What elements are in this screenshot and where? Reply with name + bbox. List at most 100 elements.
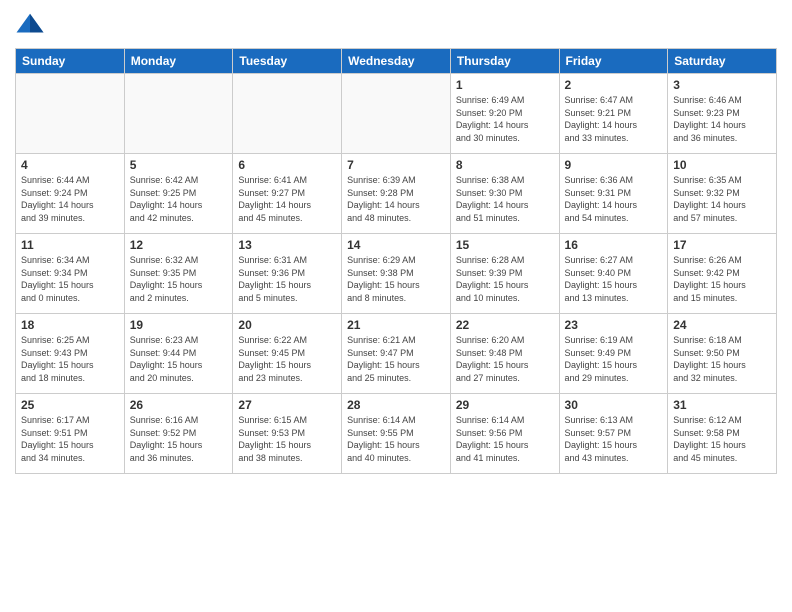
calendar-cell: 16 Sunrise: 6:27 AM Sunset: 9:40 PM Dayli… xyxy=(559,234,668,314)
day-info: Sunrise: 6:49 AM Sunset: 9:20 PM Dayligh… xyxy=(456,94,554,144)
day-info: Sunrise: 6:17 AM Sunset: 9:51 PM Dayligh… xyxy=(21,414,119,464)
weekday-header: Sunday xyxy=(16,49,125,74)
day-info: Sunrise: 6:29 AM Sunset: 9:38 PM Dayligh… xyxy=(347,254,445,304)
page: SundayMondayTuesdayWednesdayThursdayFrid… xyxy=(0,0,792,612)
day-number: 18 xyxy=(21,318,119,332)
day-number: 19 xyxy=(130,318,228,332)
calendar-cell: 18 Sunrise: 6:25 AM Sunset: 9:43 PM Dayli… xyxy=(16,314,125,394)
day-number: 26 xyxy=(130,398,228,412)
day-info: Sunrise: 6:39 AM Sunset: 9:28 PM Dayligh… xyxy=(347,174,445,224)
calendar-cell: 2Sunrise: 6:47 AM Sunset: 9:21 PM Daylig… xyxy=(559,74,668,154)
day-number: 11 xyxy=(21,238,119,252)
day-info: Sunrise: 6:27 AM Sunset: 9:40 PM Dayligh… xyxy=(565,254,663,304)
day-number: 24 xyxy=(673,318,771,332)
day-info: Sunrise: 6:46 AM Sunset: 9:23 PM Dayligh… xyxy=(673,94,771,144)
calendar-cell: 4Sunrise: 6:44 AM Sunset: 9:24 PM Daylig… xyxy=(16,154,125,234)
logo xyxy=(15,10,49,40)
day-number: 20 xyxy=(238,318,336,332)
day-info: Sunrise: 6:41 AM Sunset: 9:27 PM Dayligh… xyxy=(238,174,336,224)
calendar-cell: 6 Sunrise: 6:41 AM Sunset: 9:27 PM Daylig… xyxy=(233,154,342,234)
day-number: 28 xyxy=(347,398,445,412)
calendar-cell: 29 Sunrise: 6:14 AM Sunset: 9:56 PM Dayli… xyxy=(450,394,559,474)
weekday-header-row: SundayMondayTuesdayWednesdayThursdayFrid… xyxy=(16,49,777,74)
day-info: Sunrise: 6:14 AM Sunset: 9:56 PM Dayligh… xyxy=(456,414,554,464)
calendar-cell xyxy=(233,74,342,154)
day-number: 6 xyxy=(238,158,336,172)
calendar-week-row: 25 Sunrise: 6:17 AM Sunset: 9:51 PM Dayli… xyxy=(16,394,777,474)
calendar-cell: 3 Sunrise: 6:46 AM Sunset: 9:23 PM Daylig… xyxy=(668,74,777,154)
day-number: 29 xyxy=(456,398,554,412)
calendar-week-row: 1 Sunrise: 6:49 AM Sunset: 9:20 PM Daylig… xyxy=(16,74,777,154)
day-number: 23 xyxy=(565,318,663,332)
weekday-header: Saturday xyxy=(668,49,777,74)
calendar-cell: 15 Sunrise: 6:28 AM Sunset: 9:39 PM Dayli… xyxy=(450,234,559,314)
day-info: Sunrise: 6:20 AM Sunset: 9:48 PM Dayligh… xyxy=(456,334,554,384)
calendar-cell: 30Sunrise: 6:13 AM Sunset: 9:57 PM Dayli… xyxy=(559,394,668,474)
day-info: Sunrise: 6:12 AM Sunset: 9:58 PM Dayligh… xyxy=(673,414,771,464)
calendar-cell: 21Sunrise: 6:21 AM Sunset: 9:47 PM Dayli… xyxy=(342,314,451,394)
calendar-cell xyxy=(124,74,233,154)
weekday-header: Friday xyxy=(559,49,668,74)
calendar-cell: 24 Sunrise: 6:18 AM Sunset: 9:50 PM Dayli… xyxy=(668,314,777,394)
day-number: 13 xyxy=(238,238,336,252)
day-number: 7 xyxy=(347,158,445,172)
day-info: Sunrise: 6:15 AM Sunset: 9:53 PM Dayligh… xyxy=(238,414,336,464)
weekday-header: Monday xyxy=(124,49,233,74)
day-number: 14 xyxy=(347,238,445,252)
day-number: 15 xyxy=(456,238,554,252)
day-info: Sunrise: 6:18 AM Sunset: 9:50 PM Dayligh… xyxy=(673,334,771,384)
calendar-cell: 8 Sunrise: 6:38 AM Sunset: 9:30 PM Daylig… xyxy=(450,154,559,234)
weekday-header: Tuesday xyxy=(233,49,342,74)
calendar-cell: 26Sunrise: 6:16 AM Sunset: 9:52 PM Dayli… xyxy=(124,394,233,474)
day-info: Sunrise: 6:14 AM Sunset: 9:55 PM Dayligh… xyxy=(347,414,445,464)
day-info: Sunrise: 6:19 AM Sunset: 9:49 PM Dayligh… xyxy=(565,334,663,384)
calendar-cell: 17 Sunrise: 6:26 AM Sunset: 9:42 PM Dayli… xyxy=(668,234,777,314)
calendar-cell: 12 Sunrise: 6:32 AM Sunset: 9:35 PM Dayli… xyxy=(124,234,233,314)
calendar-cell: 19 Sunrise: 6:23 AM Sunset: 9:44 PM Dayli… xyxy=(124,314,233,394)
day-info: Sunrise: 6:31 AM Sunset: 9:36 PM Dayligh… xyxy=(238,254,336,304)
day-info: Sunrise: 6:25 AM Sunset: 9:43 PM Dayligh… xyxy=(21,334,119,384)
day-number: 30 xyxy=(565,398,663,412)
day-number: 8 xyxy=(456,158,554,172)
calendar-cell xyxy=(16,74,125,154)
calendar-cell: 22Sunrise: 6:20 AM Sunset: 9:48 PM Dayli… xyxy=(450,314,559,394)
calendar-cell: 28 Sunrise: 6:14 AM Sunset: 9:55 PM Dayli… xyxy=(342,394,451,474)
calendar-cell: 13 Sunrise: 6:31 AM Sunset: 9:36 PM Dayli… xyxy=(233,234,342,314)
day-number: 12 xyxy=(130,238,228,252)
calendar-cell: 25 Sunrise: 6:17 AM Sunset: 9:51 PM Dayli… xyxy=(16,394,125,474)
day-number: 1 xyxy=(456,78,554,92)
day-info: Sunrise: 6:26 AM Sunset: 9:42 PM Dayligh… xyxy=(673,254,771,304)
calendar-cell: 11 Sunrise: 6:34 AM Sunset: 9:34 PM Dayli… xyxy=(16,234,125,314)
logo-icon xyxy=(15,10,45,40)
day-number: 10 xyxy=(673,158,771,172)
day-info: Sunrise: 6:47 AM Sunset: 9:21 PM Dayligh… xyxy=(565,94,663,144)
calendar-cell: 5Sunrise: 6:42 AM Sunset: 9:25 PM Daylig… xyxy=(124,154,233,234)
calendar-cell: 10 Sunrise: 6:35 AM Sunset: 9:32 PM Dayli… xyxy=(668,154,777,234)
day-number: 25 xyxy=(21,398,119,412)
day-info: Sunrise: 6:42 AM Sunset: 9:25 PM Dayligh… xyxy=(130,174,228,224)
calendar-cell: 31Sunrise: 6:12 AM Sunset: 9:58 PM Dayli… xyxy=(668,394,777,474)
calendar-cell: 23 Sunrise: 6:19 AM Sunset: 9:49 PM Dayli… xyxy=(559,314,668,394)
day-info: Sunrise: 6:23 AM Sunset: 9:44 PM Dayligh… xyxy=(130,334,228,384)
day-info: Sunrise: 6:35 AM Sunset: 9:32 PM Dayligh… xyxy=(673,174,771,224)
day-info: Sunrise: 6:32 AM Sunset: 9:35 PM Dayligh… xyxy=(130,254,228,304)
day-number: 16 xyxy=(565,238,663,252)
calendar-week-row: 18 Sunrise: 6:25 AM Sunset: 9:43 PM Dayli… xyxy=(16,314,777,394)
day-number: 9 xyxy=(565,158,663,172)
day-number: 3 xyxy=(673,78,771,92)
day-number: 21 xyxy=(347,318,445,332)
calendar-cell: 27Sunrise: 6:15 AM Sunset: 9:53 PM Dayli… xyxy=(233,394,342,474)
calendar-cell: 7 Sunrise: 6:39 AM Sunset: 9:28 PM Daylig… xyxy=(342,154,451,234)
weekday-header: Wednesday xyxy=(342,49,451,74)
day-info: Sunrise: 6:28 AM Sunset: 9:39 PM Dayligh… xyxy=(456,254,554,304)
day-info: Sunrise: 6:44 AM Sunset: 9:24 PM Dayligh… xyxy=(21,174,119,224)
header xyxy=(15,10,777,40)
day-number: 17 xyxy=(673,238,771,252)
calendar: SundayMondayTuesdayWednesdayThursdayFrid… xyxy=(15,48,777,474)
day-info: Sunrise: 6:38 AM Sunset: 9:30 PM Dayligh… xyxy=(456,174,554,224)
calendar-cell: 1 Sunrise: 6:49 AM Sunset: 9:20 PM Daylig… xyxy=(450,74,559,154)
calendar-week-row: 11 Sunrise: 6:34 AM Sunset: 9:34 PM Dayli… xyxy=(16,234,777,314)
calendar-cell: 9Sunrise: 6:36 AM Sunset: 9:31 PM Daylig… xyxy=(559,154,668,234)
day-info: Sunrise: 6:34 AM Sunset: 9:34 PM Dayligh… xyxy=(21,254,119,304)
weekday-header: Thursday xyxy=(450,49,559,74)
